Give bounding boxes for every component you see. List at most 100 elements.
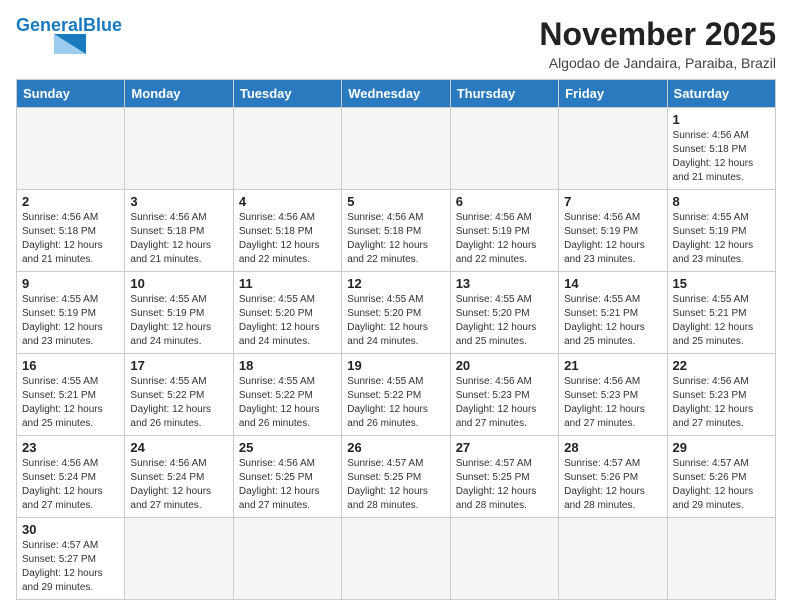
calendar-cell: 19 Sunrise: 4:55 AM Sunset: 5:22 PM Dayli…: [342, 354, 450, 436]
logo-general: General: [16, 15, 83, 35]
calendar-cell: 18Sunrise: 4:55 AM Sunset: 5:22 PM Dayli…: [233, 354, 341, 436]
calendar-cell: 4Sunrise: 4:56 AM Sunset: 5:18 PM Daylig…: [233, 190, 341, 272]
calendar-cell: [667, 518, 775, 600]
calendar-cell: 10 Sunrise: 4:55 AM Sunset: 5:19 PM Dayli…: [125, 272, 233, 354]
day-info: Sunrise: 4:55 AM Sunset: 5:20 PM Dayligh…: [456, 293, 553, 349]
week-row-6: 30Sunrise: 4:57 AM Sunset: 5:27 PM Dayli…: [17, 518, 776, 600]
weekday-monday: Monday: [125, 80, 233, 108]
page-header: GeneralBlue November 2025 Algodao de Jan…: [16, 16, 776, 71]
day-info: Sunrise: 4:56 AM Sunset: 5:25 PM Dayligh…: [239, 457, 336, 513]
day-number: 15: [673, 276, 770, 291]
day-number: 20: [456, 358, 553, 373]
calendar-cell: 24 Sunrise: 4:56 AM Sunset: 5:24 PM Dayli…: [125, 436, 233, 518]
calendar-cell: 11 Sunrise: 4:55 AM Sunset: 5:20 PM Dayli…: [233, 272, 341, 354]
logo-text: GeneralBlue: [16, 16, 122, 34]
day-info: Sunrise: 4:56 AM Sunset: 5:24 PM Dayligh…: [130, 457, 227, 513]
day-number: 24: [130, 440, 227, 455]
day-info: Sunrise: 4:56 AM Sunset: 5:19 PM Dayligh…: [564, 211, 661, 267]
calendar-cell: 21 Sunrise: 4:56 AM Sunset: 5:23 PM Dayli…: [559, 354, 667, 436]
calendar-cell: 9Sunrise: 4:55 AM Sunset: 5:19 PM Daylig…: [17, 272, 125, 354]
calendar-cell: 14Sunrise: 4:55 AM Sunset: 5:21 PM Dayli…: [559, 272, 667, 354]
weekday-header-row: SundayMondayTuesdayWednesdayThursdayFrid…: [17, 80, 776, 108]
day-number: 23: [22, 440, 119, 455]
day-number: 13: [456, 276, 553, 291]
day-number: 11: [239, 276, 336, 291]
day-info: Sunrise: 4:56 AM Sunset: 5:18 PM Dayligh…: [673, 129, 770, 185]
logo-blue: Blue: [83, 15, 122, 35]
day-info: Sunrise: 4:57 AM Sunset: 5:27 PM Dayligh…: [22, 539, 119, 595]
day-info: Sunrise: 4:55 AM Sunset: 5:21 PM Dayligh…: [673, 293, 770, 349]
day-info: Sunrise: 4:55 AM Sunset: 5:22 PM Dayligh…: [130, 375, 227, 431]
calendar-cell: 3 Sunrise: 4:56 AM Sunset: 5:18 PM Daylig…: [125, 190, 233, 272]
calendar-cell: 22Sunrise: 4:56 AM Sunset: 5:23 PM Dayli…: [667, 354, 775, 436]
day-number: 21: [564, 358, 661, 373]
calendar-cell: 6 Sunrise: 4:56 AM Sunset: 5:19 PM Daylig…: [450, 190, 558, 272]
day-info: Sunrise: 4:56 AM Sunset: 5:18 PM Dayligh…: [22, 211, 119, 267]
day-info: Sunrise: 4:56 AM Sunset: 5:23 PM Dayligh…: [564, 375, 661, 431]
calendar-cell: 30Sunrise: 4:57 AM Sunset: 5:27 PM Dayli…: [17, 518, 125, 600]
week-row-4: 16 Sunrise: 4:55 AM Sunset: 5:21 PM Dayli…: [17, 354, 776, 436]
calendar-cell: 17 Sunrise: 4:55 AM Sunset: 5:22 PM Dayli…: [125, 354, 233, 436]
day-info: Sunrise: 4:56 AM Sunset: 5:24 PM Dayligh…: [22, 457, 119, 513]
day-info: Sunrise: 4:56 AM Sunset: 5:18 PM Dayligh…: [130, 211, 227, 267]
calendar-cell: [233, 108, 341, 190]
calendar-cell: 27 Sunrise: 4:57 AM Sunset: 5:25 PM Dayli…: [450, 436, 558, 518]
week-row-5: 23 Sunrise: 4:56 AM Sunset: 5:24 PM Dayli…: [17, 436, 776, 518]
calendar-cell: [342, 518, 450, 600]
day-info: Sunrise: 4:55 AM Sunset: 5:22 PM Dayligh…: [347, 375, 444, 431]
day-info: Sunrise: 4:55 AM Sunset: 5:20 PM Dayligh…: [347, 293, 444, 349]
calendar-body: 1Sunrise: 4:56 AM Sunset: 5:18 PM Daylig…: [17, 108, 776, 600]
calendar-cell: [450, 108, 558, 190]
logo-icon: [16, 34, 86, 56]
calendar-cell: 2Sunrise: 4:56 AM Sunset: 5:18 PM Daylig…: [17, 190, 125, 272]
calendar-cell: 13 Sunrise: 4:55 AM Sunset: 5:20 PM Dayli…: [450, 272, 558, 354]
day-number: 28: [564, 440, 661, 455]
weekday-tuesday: Tuesday: [233, 80, 341, 108]
day-info: Sunrise: 4:57 AM Sunset: 5:26 PM Dayligh…: [564, 457, 661, 513]
day-number: 26: [347, 440, 444, 455]
day-info: Sunrise: 4:57 AM Sunset: 5:25 PM Dayligh…: [456, 457, 553, 513]
calendar-title: November 2025: [539, 16, 776, 53]
calendar-cell: 28 Sunrise: 4:57 AM Sunset: 5:26 PM Dayli…: [559, 436, 667, 518]
week-row-1: 1Sunrise: 4:56 AM Sunset: 5:18 PM Daylig…: [17, 108, 776, 190]
day-info: Sunrise: 4:55 AM Sunset: 5:21 PM Dayligh…: [22, 375, 119, 431]
title-section: November 2025 Algodao de Jandaira, Parai…: [539, 16, 776, 71]
calendar-cell: 16 Sunrise: 4:55 AM Sunset: 5:21 PM Dayli…: [17, 354, 125, 436]
day-number: 17: [130, 358, 227, 373]
day-number: 10: [130, 276, 227, 291]
day-info: Sunrise: 4:56 AM Sunset: 5:18 PM Dayligh…: [347, 211, 444, 267]
day-info: Sunrise: 4:55 AM Sunset: 5:20 PM Dayligh…: [239, 293, 336, 349]
weekday-sunday: Sunday: [17, 80, 125, 108]
week-row-3: 9Sunrise: 4:55 AM Sunset: 5:19 PM Daylig…: [17, 272, 776, 354]
day-number: 27: [456, 440, 553, 455]
calendar-cell: 20Sunrise: 4:56 AM Sunset: 5:23 PM Dayli…: [450, 354, 558, 436]
day-number: 25: [239, 440, 336, 455]
day-number: 12: [347, 276, 444, 291]
day-number: 6: [456, 194, 553, 209]
day-info: Sunrise: 4:55 AM Sunset: 5:19 PM Dayligh…: [22, 293, 119, 349]
day-info: Sunrise: 4:55 AM Sunset: 5:19 PM Dayligh…: [130, 293, 227, 349]
day-number: 19: [347, 358, 444, 373]
calendar-cell: [125, 518, 233, 600]
calendar-cell: 12 Sunrise: 4:55 AM Sunset: 5:20 PM Dayli…: [342, 272, 450, 354]
day-number: 5: [347, 194, 444, 209]
calendar-cell: 1Sunrise: 4:56 AM Sunset: 5:18 PM Daylig…: [667, 108, 775, 190]
calendar-cell: 7 Sunrise: 4:56 AM Sunset: 5:19 PM Daylig…: [559, 190, 667, 272]
calendar-cell: 8 Sunrise: 4:55 AM Sunset: 5:19 PM Daylig…: [667, 190, 775, 272]
day-number: 3: [130, 194, 227, 209]
day-info: Sunrise: 4:55 AM Sunset: 5:19 PM Dayligh…: [673, 211, 770, 267]
day-number: 16: [22, 358, 119, 373]
calendar-cell: 23 Sunrise: 4:56 AM Sunset: 5:24 PM Dayli…: [17, 436, 125, 518]
day-info: Sunrise: 4:56 AM Sunset: 5:19 PM Dayligh…: [456, 211, 553, 267]
calendar-cell: 15 Sunrise: 4:55 AM Sunset: 5:21 PM Dayli…: [667, 272, 775, 354]
day-number: 22: [673, 358, 770, 373]
day-info: Sunrise: 4:57 AM Sunset: 5:25 PM Dayligh…: [347, 457, 444, 513]
weekday-saturday: Saturday: [667, 80, 775, 108]
day-number: 8: [673, 194, 770, 209]
day-number: 7: [564, 194, 661, 209]
weekday-wednesday: Wednesday: [342, 80, 450, 108]
calendar-cell: 26 Sunrise: 4:57 AM Sunset: 5:25 PM Dayli…: [342, 436, 450, 518]
weekday-friday: Friday: [559, 80, 667, 108]
calendar-cell: [233, 518, 341, 600]
calendar-cell: [125, 108, 233, 190]
